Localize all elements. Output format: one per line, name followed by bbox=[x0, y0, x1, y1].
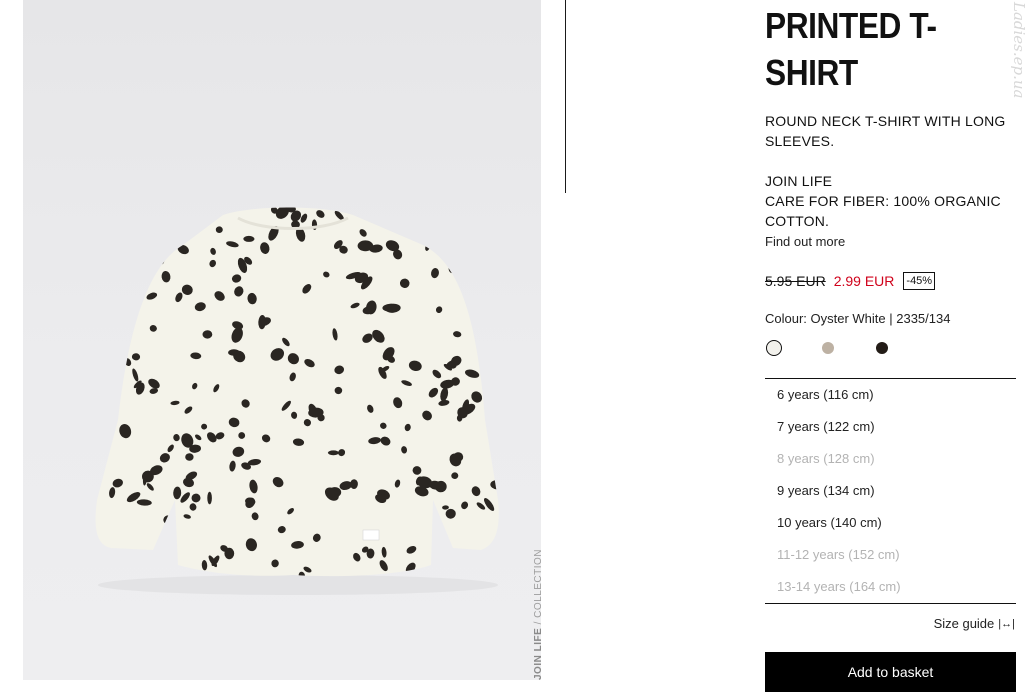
print-spot bbox=[495, 447, 499, 457]
size-option-10y[interactable]: 10 years (140 cm) bbox=[777, 515, 882, 530]
print-spot bbox=[160, 221, 175, 228]
print-spot bbox=[476, 322, 487, 335]
price-row: 5.95 EUR 2.99 EUR -45% bbox=[765, 272, 936, 290]
print-spot bbox=[379, 207, 387, 214]
print-spot bbox=[494, 368, 499, 384]
print-spot bbox=[475, 235, 485, 242]
print-spot bbox=[95, 249, 104, 258]
swatch-black[interactable] bbox=[876, 342, 888, 354]
product-description: ROUND NECK T-SHIRT WITH LONG SLEEVES. bbox=[765, 113, 1006, 149]
print-spot bbox=[357, 240, 374, 252]
print-spot bbox=[155, 234, 163, 247]
print-spot bbox=[151, 250, 166, 260]
print-spot bbox=[207, 491, 212, 505]
print-spot bbox=[204, 207, 215, 211]
print-spot bbox=[466, 263, 475, 272]
old-price: 5.95 EUR bbox=[765, 273, 826, 289]
print-spot bbox=[131, 207, 141, 216]
join-life-text: CARE FOR FIBER: 100% ORGANIC COTTON. bbox=[765, 193, 1001, 229]
print-spot bbox=[224, 547, 235, 560]
arrows-horizontal-icon: |↔| bbox=[998, 617, 1015, 630]
join-life-heading: JOIN LIFE bbox=[765, 173, 833, 189]
print-spot bbox=[482, 238, 494, 250]
swatch-oyster-white[interactable] bbox=[766, 340, 782, 356]
print-spot bbox=[468, 211, 482, 224]
colour-swatches bbox=[765, 340, 1017, 358]
print-spot bbox=[327, 450, 339, 456]
print-spot bbox=[499, 207, 506, 214]
print-spot bbox=[128, 250, 135, 260]
print-spot bbox=[103, 210, 114, 226]
join-life-block: JOIN LIFE CARE FOR FIBER: 100% ORGANIC C… bbox=[765, 171, 1017, 231]
swatch-beige[interactable] bbox=[822, 342, 834, 354]
print-spot bbox=[484, 207, 494, 213]
size-guide-label: Size guide bbox=[933, 616, 995, 631]
collection-tag: JOIN LIFE / COLLECTION bbox=[533, 548, 541, 680]
colour-label: Colour: Oyster White | 2335/134 bbox=[765, 311, 951, 326]
print-spot bbox=[95, 400, 109, 413]
print-spot bbox=[141, 207, 147, 218]
size-option-11-12y[interactable]: 11-12 years (152 cm) bbox=[777, 547, 900, 562]
print-spot bbox=[157, 207, 164, 212]
size-option-9y[interactable]: 9 years (134 cm) bbox=[777, 483, 875, 498]
size-list: 6 years (116 cm) 7 years (122 cm) 8 year… bbox=[765, 378, 1016, 604]
print-spot bbox=[461, 244, 475, 254]
print-spot bbox=[149, 564, 157, 575]
print-spot bbox=[358, 207, 365, 211]
size-option-7y[interactable]: 7 years (122 cm) bbox=[777, 419, 875, 434]
print-spot bbox=[123, 252, 135, 264]
print-spot bbox=[412, 207, 425, 216]
print-spot bbox=[95, 318, 99, 329]
print-spot bbox=[157, 217, 173, 230]
size-guide-link[interactable]: Size guide |↔| bbox=[934, 616, 1015, 631]
print-spot bbox=[474, 258, 484, 265]
print-spot bbox=[490, 435, 499, 442]
print-spot bbox=[103, 281, 109, 297]
print-spot bbox=[120, 220, 135, 234]
product-title-line2: SHIRT bbox=[765, 52, 858, 93]
print-spot bbox=[125, 217, 135, 228]
tshirt-illustration bbox=[95, 207, 506, 595]
size-option-6y[interactable]: 6 years (116 cm) bbox=[777, 387, 874, 402]
print-spot bbox=[492, 359, 499, 371]
size-option-8y[interactable]: 8 years (128 cm) bbox=[777, 451, 875, 466]
product-title-line1: PRINTED T- bbox=[765, 5, 937, 46]
vertical-divider bbox=[565, 0, 566, 193]
size-option-13-14y[interactable]: 13-14 years (164 cm) bbox=[777, 579, 901, 594]
print-spot bbox=[476, 312, 489, 326]
print-spot bbox=[112, 295, 121, 307]
print-spot bbox=[99, 387, 111, 396]
find-out-more-link[interactable]: Find out more bbox=[765, 234, 845, 249]
print-spot bbox=[146, 262, 154, 270]
sale-price: 2.99 EUR bbox=[833, 273, 895, 289]
print-spot bbox=[123, 227, 131, 234]
print-spot bbox=[118, 284, 127, 293]
discount-badge: -45% bbox=[903, 272, 936, 290]
print-spot bbox=[95, 335, 102, 344]
print-spot bbox=[99, 210, 112, 223]
print-spot bbox=[95, 380, 99, 390]
watermark: Ladies.ep.ua bbox=[1010, 2, 1028, 99]
add-to-basket-button[interactable]: Add to basket bbox=[765, 652, 1016, 692]
product-image[interactable]: JOIN LIFE / COLLECTION bbox=[23, 0, 541, 680]
print-spot bbox=[137, 273, 146, 280]
print-spot bbox=[480, 321, 489, 333]
print-spot bbox=[141, 243, 155, 256]
print-spot bbox=[491, 300, 499, 309]
print-spot bbox=[490, 207, 498, 212]
print-spot bbox=[124, 314, 135, 325]
product-title: PRINTED T- SHIRT bbox=[765, 2, 985, 96]
